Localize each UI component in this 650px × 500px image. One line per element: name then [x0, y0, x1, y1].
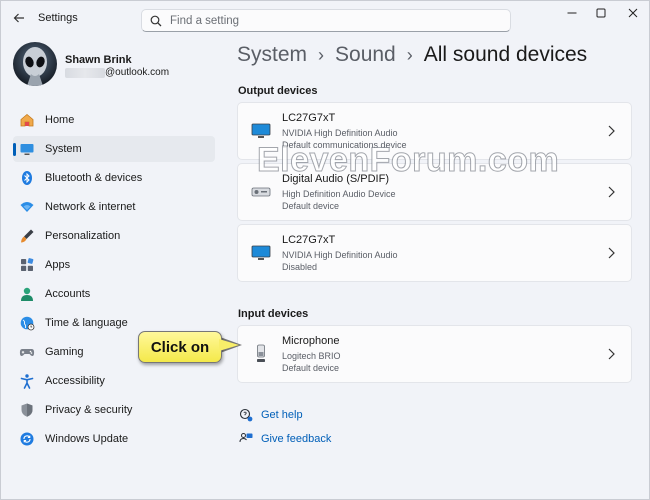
sidebar-item-home[interactable]: Home [13, 107, 215, 133]
get-help-link[interactable]: Get help [238, 407, 303, 423]
click-on-callout: Click on [138, 331, 222, 363]
sidebar-item-apps[interactable]: Apps [13, 252, 215, 278]
output-device-card[interactable]: LC27G7xT NVIDIA High Definition Audio De… [237, 102, 632, 160]
maximize-icon [596, 8, 606, 18]
search-icon [150, 15, 162, 26]
user-name: Shawn Brink [65, 54, 132, 66]
device-driver: NVIDIA High Definition Audio [282, 128, 398, 138]
sidebar-item-label: Accessibility [45, 375, 105, 387]
chevron-right-icon [608, 247, 615, 259]
speaker-box-icon [250, 181, 272, 203]
bluetooth-icon [18, 169, 36, 187]
sidebar-item-label: Windows Update [45, 433, 129, 445]
sidebar-item-label: System [45, 143, 82, 155]
chevron-right-icon [608, 348, 615, 360]
device-status: Default device [282, 201, 340, 211]
sidebar-item-label: Accounts [45, 288, 91, 300]
device-status: Default device [282, 363, 340, 373]
apps-icon [18, 256, 36, 274]
device-driver: High Definition Audio Device [282, 189, 396, 199]
back-arrow-icon [13, 13, 24, 23]
output-devices-heading: Output devices [238, 85, 318, 97]
give-feedback-link[interactable]: Give feedback [238, 431, 331, 447]
monitor-icon [250, 120, 272, 142]
sidebar-item-windows-update[interactable]: Windows Update [13, 426, 215, 452]
title-bar: Settings [1, 1, 650, 35]
sidebar-item-label: Personalization [45, 230, 121, 242]
microphone-icon [250, 343, 272, 365]
device-status: Default communications device [282, 140, 407, 150]
callout-pointer-fill [219, 339, 239, 351]
search-input[interactable] [170, 14, 490, 27]
output-device-card[interactable]: LC27G7xT NVIDIA High Definition Audio Di… [237, 224, 632, 282]
input-devices-heading: Input devices [238, 308, 309, 320]
sidebar-item-bluetooth[interactable]: Bluetooth & devices [13, 165, 215, 191]
breadcrumb-system[interactable]: System [237, 43, 307, 67]
sidebar-item-label: Bluetooth & devices [45, 172, 143, 184]
close-button[interactable] [618, 3, 648, 23]
back-button[interactable] [9, 8, 29, 28]
sidebar-item-label: Gaming [45, 346, 84, 358]
device-name: LC27G7xT [282, 234, 336, 246]
update-icon [18, 430, 36, 448]
sidebar-item-label: Privacy & security [45, 404, 133, 416]
get-help-label[interactable]: Get help [261, 409, 303, 421]
globe-icon [18, 314, 36, 332]
breadcrumb-sound[interactable]: Sound [335, 43, 396, 67]
sidebar-item-accessibility[interactable]: Accessibility [13, 368, 215, 394]
breadcrumb-separator: › [406, 44, 413, 65]
sidebar-item-label: Time & language [45, 317, 128, 329]
page-title: All sound devices [423, 43, 588, 66]
sidebar-item-personalization[interactable]: Personalization [13, 223, 215, 249]
device-name: Microphone [282, 335, 340, 347]
shield-icon [18, 401, 36, 419]
sidebar-item-network[interactable]: Network & internet [13, 194, 215, 220]
alien-avatar-icon [13, 42, 57, 86]
help-icon [238, 407, 254, 423]
device-name: LC27G7xT [282, 112, 336, 124]
brush-icon [18, 227, 36, 245]
avatar[interactable] [13, 42, 57, 86]
sidebar-item-accounts[interactable]: Accounts [13, 281, 215, 307]
device-driver: Logitech BRIO [282, 351, 341, 361]
minimize-button[interactable] [557, 3, 587, 23]
home-icon [18, 111, 36, 129]
system-icon [18, 140, 36, 158]
email-redaction [65, 67, 105, 78]
breadcrumb: System › Sound › All sound devices [237, 43, 587, 67]
chevron-right-icon [608, 186, 615, 198]
minimize-icon [567, 12, 577, 14]
sidebar-item-label: Apps [45, 259, 71, 271]
sidebar-item-label: Network & internet [45, 201, 136, 213]
maximize-button[interactable] [586, 3, 616, 23]
give-feedback-label[interactable]: Give feedback [261, 433, 331, 445]
accessibility-icon [18, 372, 36, 390]
device-name: Digital Audio (S/PDIF) [282, 173, 389, 185]
user-email: @outlook.com [65, 67, 169, 78]
user-email-suffix: @outlook.com [105, 67, 170, 78]
sidebar-item-system[interactable]: System [13, 136, 215, 162]
wifi-icon [18, 198, 36, 216]
output-device-card[interactable]: Digital Audio (S/PDIF) High Definition A… [237, 163, 632, 221]
device-driver: NVIDIA High Definition Audio [282, 250, 398, 260]
settings-window: Settings Shawn Brink @outlook.com [0, 0, 650, 500]
chevron-right-icon [608, 125, 615, 137]
input-device-card[interactable]: Microphone Logitech BRIO Default device [237, 325, 632, 383]
feedback-icon [238, 431, 254, 447]
sidebar-nav: Home System Bluetooth & devices Network … [13, 107, 215, 455]
accounts-icon [18, 285, 36, 303]
close-icon [628, 8, 638, 18]
app-title: Settings [38, 12, 78, 24]
search-box[interactable] [141, 9, 511, 32]
breadcrumb-separator: › [318, 44, 325, 65]
sidebar-item-privacy-security[interactable]: Privacy & security [13, 397, 215, 423]
monitor-icon [250, 242, 272, 264]
device-status: Disabled [282, 262, 318, 272]
gamepad-icon [18, 343, 36, 361]
sidebar-item-label: Home [45, 114, 75, 126]
